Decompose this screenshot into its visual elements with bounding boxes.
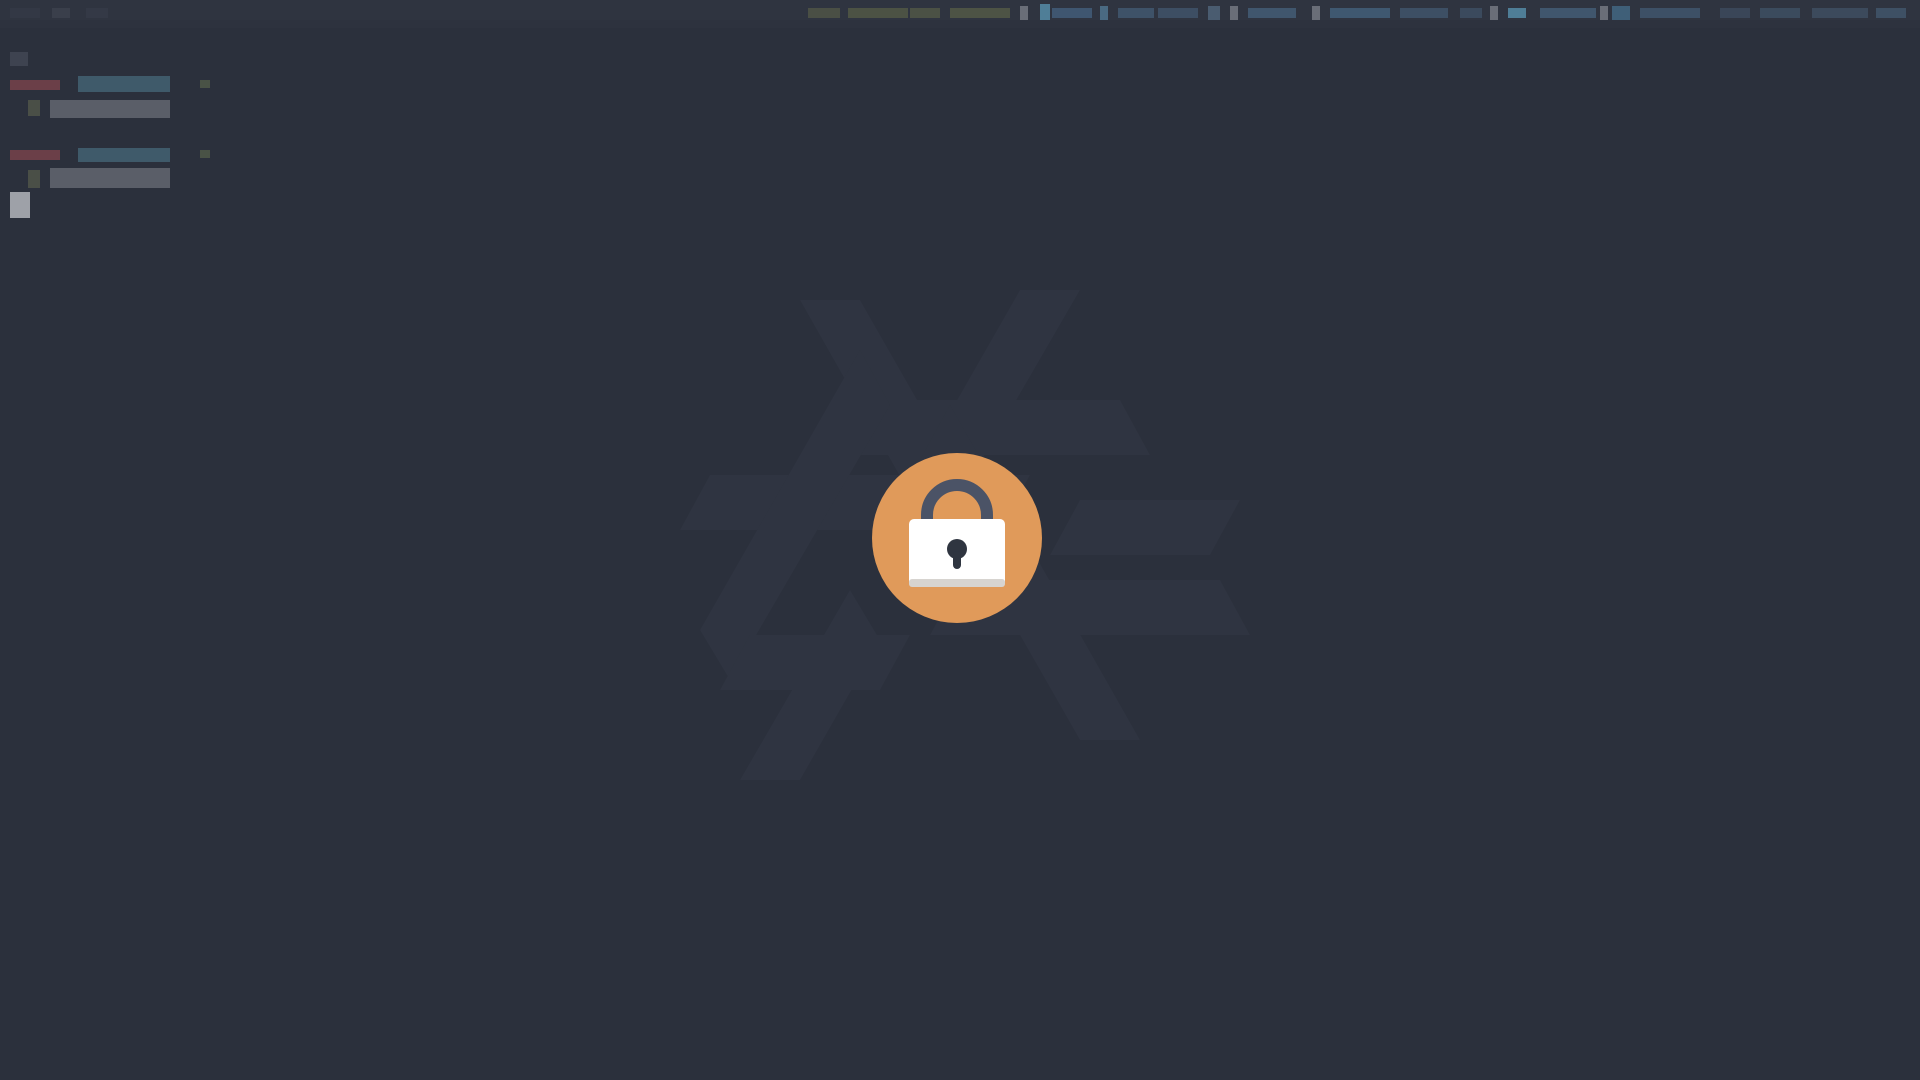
- terminal-block: [200, 80, 210, 88]
- status-bar-block: [1158, 8, 1198, 18]
- status-bar-block: [1460, 8, 1482, 18]
- keyhole-slot: [953, 551, 961, 569]
- status-bar-block: [1330, 8, 1390, 18]
- status-bar-block: [1812, 8, 1868, 18]
- status-bar-block: [52, 8, 70, 18]
- status-bar-block: [1248, 8, 1296, 18]
- terminal-block: [78, 148, 170, 162]
- status-bar-block: [1508, 8, 1526, 18]
- status-bar-block: [1876, 8, 1906, 18]
- terminal-block: [50, 100, 170, 118]
- status-bar-block: [808, 8, 840, 18]
- status-bar-block: [1720, 8, 1750, 18]
- status-bar-block: [1490, 6, 1498, 20]
- terminal-block: [28, 100, 40, 116]
- status-bar-block: [1208, 6, 1220, 20]
- status-bar-block: [1640, 8, 1700, 18]
- pixelated-status-bar: [0, 0, 1920, 28]
- status-bar-block: [1312, 6, 1320, 20]
- terminal-block: [10, 150, 60, 160]
- status-bar-block: [1100, 6, 1108, 20]
- status-bar-block: [1540, 8, 1596, 18]
- terminal-block: [10, 80, 60, 90]
- terminal-block: [78, 76, 170, 92]
- padlock-icon: [872, 453, 1042, 623]
- status-bar-block: [1760, 8, 1800, 18]
- terminal-block: [200, 150, 210, 158]
- status-bar-block: [1118, 8, 1154, 18]
- terminal-block: [10, 52, 28, 66]
- status-bar-block: [10, 8, 40, 18]
- status-bar-block: [1612, 6, 1630, 20]
- status-bar-block: [86, 8, 108, 18]
- status-bar-block: [1020, 6, 1028, 20]
- status-bar-shadow: [0, 20, 1920, 28]
- status-bar-block: [910, 8, 940, 18]
- terminal-cursor: [10, 192, 30, 218]
- status-bar-block: [1230, 6, 1238, 20]
- padlock-body-shadow: [909, 579, 1005, 587]
- status-bar-block: [1040, 4, 1050, 20]
- status-bar-block: [848, 8, 908, 18]
- status-bar-block: [950, 8, 1010, 18]
- terminal-block: [28, 170, 40, 188]
- status-bar-block: [1052, 8, 1092, 18]
- lock-screen: [0, 0, 1920, 1080]
- terminal-block: [50, 168, 170, 188]
- status-bar-block: [1600, 6, 1608, 20]
- status-bar-block: [1400, 8, 1448, 18]
